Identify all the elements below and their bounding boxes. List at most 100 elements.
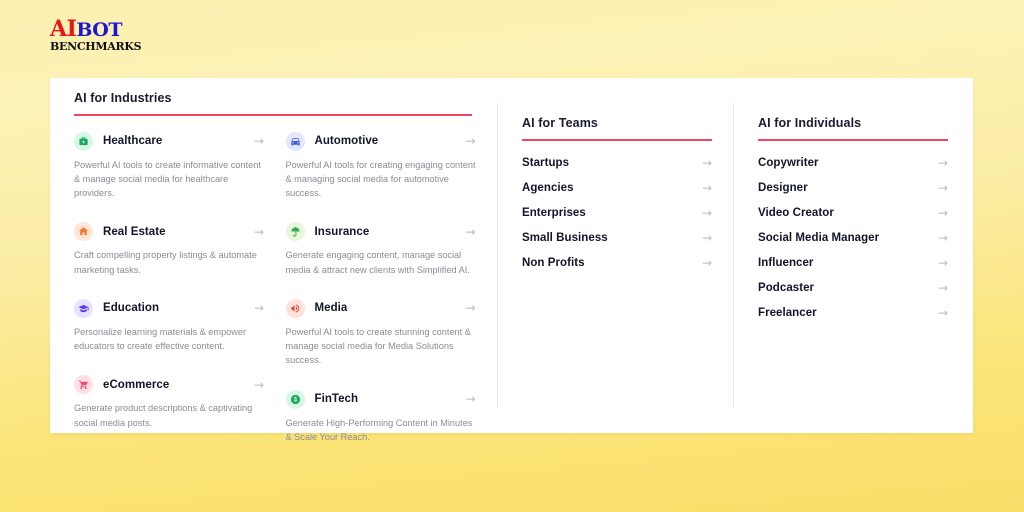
list-item[interactable]: Small Business → (522, 232, 712, 244)
umbrella-icon (285, 222, 305, 242)
industry-name: Healthcare (103, 135, 163, 148)
arrow-right-icon[interactable]: → (465, 302, 475, 314)
individuals-item-label: Designer (758, 181, 808, 194)
industry-card-healthcare[interactable]: Healthcare → Powerful AI tools to create… (74, 131, 286, 201)
arrow-right-icon[interactable]: → (254, 135, 264, 147)
medical-bag-icon (74, 131, 93, 151)
individuals-divider (758, 139, 948, 141)
list-item[interactable]: Non Profits → (522, 257, 712, 269)
industry-description: Generate engaging content, manage social… (285, 250, 470, 275)
industry-card-fintech[interactable]: FinTech → Generate High-Performing Conte… (285, 389, 498, 445)
arrow-right-icon[interactable]: → (938, 182, 948, 194)
industry-description: Craft compelling property listings & aut… (74, 250, 257, 275)
list-item[interactable]: Social Media Manager → (758, 232, 948, 244)
teams-item-label: Small Business (522, 231, 608, 244)
industry-name: FinTech (314, 393, 359, 406)
graduation-cap-icon (74, 298, 93, 318)
teams-item-label: Enterprises (522, 206, 586, 219)
arrow-right-icon[interactable]: → (465, 226, 475, 238)
arrow-right-icon[interactable]: → (465, 393, 475, 405)
arrow-right-icon[interactable]: → (254, 226, 264, 238)
teams-title: AI for Teams (522, 116, 598, 130)
arrow-right-icon[interactable]: → (938, 307, 948, 319)
teams-item-label: Non Profits (522, 256, 585, 269)
industry-description: Powerful AI tools for creating engaging … (285, 159, 476, 199)
coin-icon (285, 389, 305, 409)
industry-header: eCommerce → (74, 375, 264, 395)
list-item[interactable]: Agencies → (522, 182, 712, 194)
mega-menu-panel: AI for Industries Healthcare → Powerful … (50, 78, 973, 442)
list-item[interactable]: Influencer → (758, 257, 948, 269)
industry-name: Automotive (314, 135, 379, 148)
industry-card-insurance[interactable]: Insurance → Generate engaging content, m… (285, 222, 498, 277)
list-item[interactable]: Startups → (522, 157, 712, 169)
industry-card-education[interactable]: Education → Personalize learning materia… (74, 298, 286, 354)
arrow-right-icon[interactable]: → (938, 207, 948, 219)
industry-header: Insurance → (285, 222, 476, 242)
logo-bot-text: BOT (76, 19, 122, 41)
list-item[interactable]: Enterprises → (522, 207, 712, 219)
industry-description: Powerful AI tools to create informative … (74, 159, 261, 199)
arrow-right-icon[interactable]: → (938, 157, 948, 169)
industries-divider (74, 114, 472, 116)
industry-name: Media (314, 302, 348, 315)
individuals-item-label: Video Creator (758, 206, 834, 219)
teams-item-label: Startups (522, 156, 570, 169)
industry-card-automotive[interactable]: Automotive → Powerful AI tools for creat… (285, 131, 498, 201)
list-item[interactable]: Video Creator → (758, 207, 948, 219)
arrow-right-icon[interactable]: → (702, 257, 712, 269)
arrow-right-icon[interactable]: → (702, 207, 712, 219)
house-icon (74, 222, 93, 242)
individuals-item-label: Social Media Manager (758, 231, 880, 244)
individuals-title: AI for Individuals (758, 116, 862, 130)
industry-name: Real Estate (103, 225, 166, 238)
individuals-list: Copywriter → Designer → Video Creator → … (758, 157, 973, 319)
logo-ai-text: AI (50, 16, 77, 42)
arrow-right-icon[interactable]: → (702, 232, 712, 244)
industry-header: FinTech → (285, 389, 476, 409)
industry-name: Education (103, 302, 160, 315)
industry-card-real-estate[interactable]: Real Estate → Craft compelling property … (74, 222, 286, 277)
industry-name: eCommerce (103, 378, 170, 391)
list-item[interactable]: Designer → (758, 182, 948, 194)
logo-top-line: AIBOT (50, 18, 141, 40)
industry-header: Automotive → (285, 131, 476, 151)
section-teams: AI for Teams Startups → Agencies → Enter… (497, 103, 733, 408)
industry-description: Personalize learning materials & empower… (74, 326, 247, 352)
industry-header: Real Estate → (74, 222, 264, 242)
industry-description: Generate High-Performing Content in Minu… (285, 417, 473, 442)
individuals-item-label: Podcaster (758, 281, 815, 294)
individuals-item-label: Influencer (758, 256, 814, 269)
arrow-right-icon[interactable]: → (254, 302, 264, 314)
shopping-cart-icon (74, 375, 93, 395)
arrow-right-icon[interactable]: → (938, 257, 948, 269)
megaphone-icon (285, 298, 305, 318)
arrow-right-icon[interactable]: → (938, 282, 948, 294)
arrow-right-icon[interactable]: → (254, 379, 264, 391)
industry-header: Education → (74, 298, 264, 318)
section-individuals: AI for Individuals Copywriter → Designer… (733, 103, 973, 408)
industry-header: Media → (285, 298, 476, 318)
teams-divider (522, 139, 712, 141)
industries-title: AI for Industries (74, 91, 172, 105)
industry-name: Insurance (314, 225, 370, 238)
list-item[interactable]: Copywriter → (758, 157, 948, 169)
section-industries: AI for Industries Healthcare → Powerful … (50, 78, 497, 442)
industries-column-right: Automotive → Powerful AI tools for creat… (285, 131, 498, 445)
individuals-item-label: Copywriter (758, 156, 819, 169)
logo-benchmarks-text: BENCHMARKS (50, 40, 142, 53)
list-item[interactable]: Podcaster → (758, 282, 948, 294)
arrow-right-icon[interactable]: → (702, 182, 712, 194)
list-item[interactable]: Freelancer → (758, 307, 948, 319)
industry-description: Powerful AI tools to create stunning con… (285, 326, 471, 366)
industries-column-left: Healthcare → Powerful AI tools to create… (74, 131, 286, 445)
site-logo[interactable]: AIBOT BENCHMARKS (50, 18, 142, 53)
industry-header: Healthcare → (74, 131, 264, 151)
industry-card-media[interactable]: Media → Powerful AI tools to create stun… (285, 298, 498, 368)
arrow-right-icon[interactable]: → (465, 135, 475, 147)
industries-grid: Healthcare → Powerful AI tools to create… (74, 131, 498, 445)
arrow-right-icon[interactable]: → (702, 157, 712, 169)
arrow-right-icon[interactable]: → (938, 232, 948, 244)
teams-list: Startups → Agencies → Enterprises → Smal… (522, 157, 733, 269)
industry-card-ecommerce[interactable]: eCommerce → Generate product description… (74, 375, 286, 430)
